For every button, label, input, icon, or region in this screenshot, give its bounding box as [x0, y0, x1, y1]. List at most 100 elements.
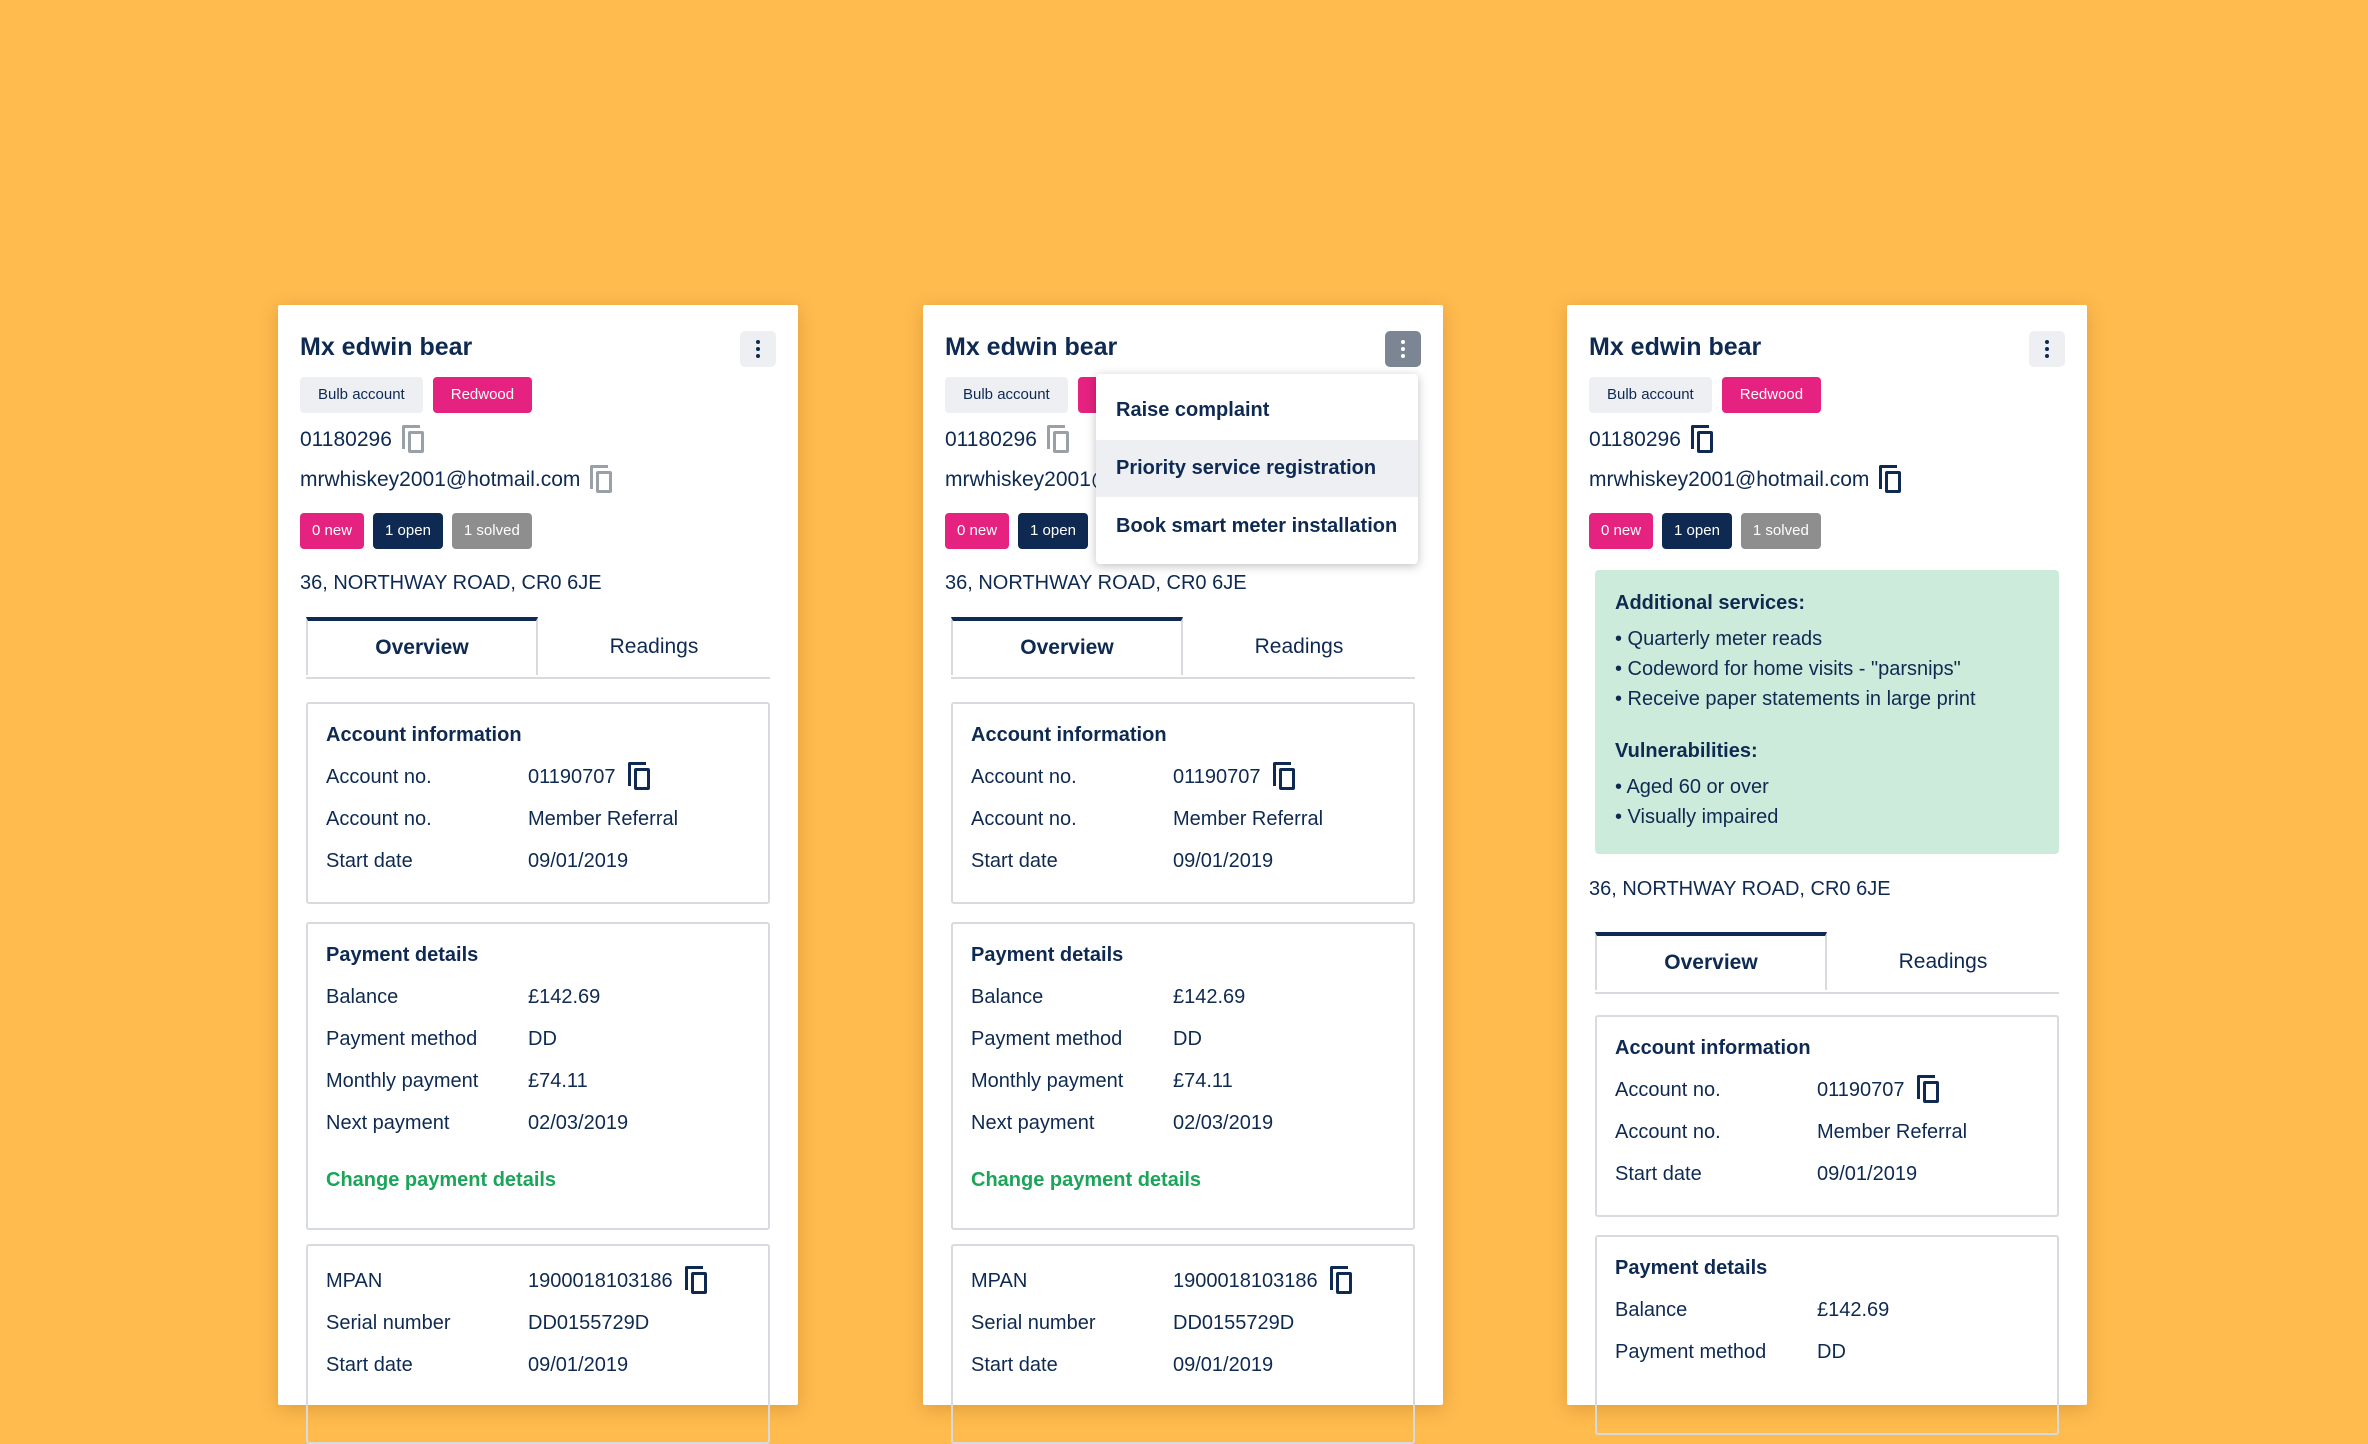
copy-icon[interactable]	[401, 425, 426, 455]
solved-tickets-badge[interactable]: 1 solved	[451, 513, 532, 549]
customer-card-additional-info: Mx edwin bear Bulb account Redwood 01180…	[1567, 305, 2087, 1435]
row-value: 1900018103186	[528, 1269, 673, 1292]
copy-icon[interactable]	[627, 762, 652, 792]
row-value: £142.69	[1173, 985, 1246, 1008]
row-value: 01190707	[1817, 1078, 1905, 1101]
email-address: mrwhiskey2001@hotmail.com	[1589, 468, 1870, 491]
row-label: Balance	[971, 985, 1044, 1008]
meter-panel: MPAN 1900018103186 Serial number DD0155729…	[951, 1244, 1415, 1444]
open-tickets-badge[interactable]: 1 open	[1018, 513, 1088, 549]
tab-overview[interactable]: Overview	[306, 617, 538, 675]
row-value: DD	[1173, 1027, 1202, 1050]
vulnerabilities-title: Vulnerabilities:	[1615, 740, 1758, 762]
account-tag: Bulb account	[945, 377, 1068, 413]
row-value: 02/03/2019	[528, 1111, 629, 1134]
row-value: 09/01/2019	[1173, 849, 1274, 872]
menu-item-priority-service-registration[interactable]: Priority service registration	[1096, 440, 1418, 497]
customer-card-menu-open: Mx edwin bear Bulb account Redwood 01180…	[923, 305, 1443, 1444]
service-item: • Codeword for home visits - "parsnips"	[1615, 658, 1961, 680]
row-label: Balance	[326, 985, 399, 1008]
row-label: MPAN	[326, 1269, 383, 1292]
payment-details-panel: Payment details Balance £142.69 Payment m…	[1595, 1235, 2059, 1435]
row-label: Account no.	[326, 765, 432, 788]
customer-name: Mx edwin bear	[1589, 333, 1762, 361]
copy-icon[interactable]	[1879, 465, 1903, 495]
row-value: 09/01/2019	[528, 849, 629, 872]
payment-details-panel: Payment details Balance £142.69 Payment m…	[951, 922, 1415, 1230]
phone-number: 01180296	[945, 428, 1037, 451]
row-label: Account no.	[1615, 1120, 1721, 1143]
account-information-panel: Account information Account no. 01190707 …	[951, 702, 1415, 904]
service-item: • Receive paper statements in large prin…	[1615, 688, 1976, 710]
account-information-title: Account information	[326, 724, 522, 746]
open-tickets-badge[interactable]: 1 open	[1662, 513, 1732, 549]
more-options-button[interactable]	[1385, 331, 1421, 367]
row-label: Monthly payment	[971, 1069, 1124, 1092]
copy-icon[interactable]	[1329, 1266, 1354, 1296]
tab-readings[interactable]: Readings	[538, 617, 770, 677]
tab-bar: Overview Readings	[1595, 932, 2059, 994]
open-tickets-badge[interactable]: 1 open	[373, 513, 443, 549]
row-label: Start date	[971, 849, 1058, 872]
row-value: £74.11	[1173, 1069, 1233, 1092]
row-label: Serial number	[971, 1311, 1096, 1334]
row-value: 1900018103186	[1173, 1269, 1318, 1292]
solved-tickets-badge[interactable]: 1 solved	[1740, 513, 1821, 549]
row-value: £142.69	[528, 985, 601, 1008]
copy-icon[interactable]	[1690, 425, 1715, 455]
row-value: Member Referral	[528, 807, 679, 830]
tab-overview[interactable]: Overview	[951, 617, 1183, 675]
change-payment-details-link[interactable]: Change payment details	[326, 1169, 556, 1192]
payment-details-title: Payment details	[1615, 1257, 1768, 1279]
phone-number: 01180296	[1589, 428, 1681, 451]
new-tickets-badge[interactable]: 0 new	[300, 513, 365, 549]
row-value: 01190707	[528, 765, 616, 788]
kebab-icon	[2045, 340, 2049, 344]
row-label: Next payment	[971, 1111, 1095, 1134]
row-label: MPAN	[971, 1269, 1028, 1292]
tab-bar: Overview Readings	[951, 617, 1415, 679]
email-address: mrwhiskey2001@hotmail.com	[300, 468, 581, 491]
row-label: Payment method	[1615, 1340, 1767, 1363]
additional-info-panel: Additional services: • Quarterly meter r…	[1595, 570, 2059, 854]
tab-overview[interactable]: Overview	[1595, 932, 1827, 990]
address: 36, NORTHWAY ROAD, CR0 6JE	[945, 572, 1247, 594]
row-value: DD0155729D	[1173, 1311, 1295, 1334]
tab-bar: Overview Readings	[306, 617, 770, 679]
copy-icon[interactable]	[1046, 425, 1071, 455]
change-payment-details-link[interactable]: Change payment details	[971, 1169, 1201, 1192]
row-value: 09/01/2019	[528, 1353, 629, 1376]
row-label: Serial number	[326, 1311, 451, 1334]
row-value: 01190707	[1173, 765, 1261, 788]
more-options-button[interactable]	[740, 331, 776, 367]
copy-icon[interactable]	[590, 465, 614, 495]
copy-icon[interactable]	[684, 1266, 709, 1296]
copy-icon[interactable]	[1272, 762, 1297, 792]
service-item: • Quarterly meter reads	[1615, 628, 1823, 650]
payment-details-title: Payment details	[971, 944, 1124, 966]
menu-item-raise-complaint[interactable]: Raise complaint	[1096, 382, 1418, 439]
options-dropdown-menu: Raise complaint Priority service registr…	[1096, 374, 1418, 564]
vulnerability-item: • Aged 60 or over	[1615, 776, 1769, 798]
row-value: Member Referral	[1173, 807, 1324, 830]
row-label: Next payment	[326, 1111, 450, 1134]
row-label: Account no.	[971, 807, 1077, 830]
tab-readings[interactable]: Readings	[1827, 932, 2059, 992]
account-information-panel: Account information Account no. 01190707 …	[1595, 1015, 2059, 1217]
row-label: Monthly payment	[326, 1069, 479, 1092]
customer-name: Mx edwin bear	[945, 333, 1118, 361]
more-options-button[interactable]	[2029, 331, 2065, 367]
new-tickets-badge[interactable]: 0 new	[945, 513, 1010, 549]
row-label: Start date	[1615, 1162, 1702, 1185]
row-value: DD0155729D	[528, 1311, 650, 1334]
payment-details-title: Payment details	[326, 944, 479, 966]
new-tickets-badge[interactable]: 0 new	[1589, 513, 1654, 549]
row-label: Account no.	[326, 807, 432, 830]
row-value: 02/03/2019	[1173, 1111, 1274, 1134]
row-label: Account no.	[1615, 1078, 1721, 1101]
tab-readings[interactable]: Readings	[1183, 617, 1415, 677]
copy-icon[interactable]	[1916, 1075, 1941, 1105]
menu-item-book-smart-meter[interactable]: Book smart meter installation	[1096, 498, 1418, 555]
phone-number: 01180296	[300, 428, 392, 451]
address: 36, NORTHWAY ROAD, CR0 6JE	[300, 572, 602, 594]
